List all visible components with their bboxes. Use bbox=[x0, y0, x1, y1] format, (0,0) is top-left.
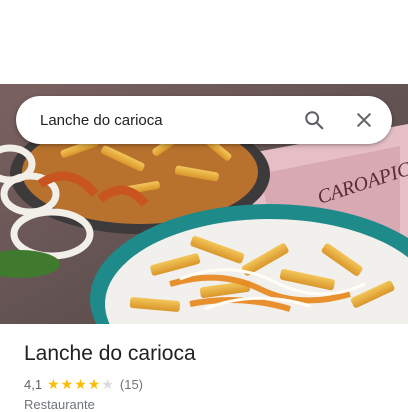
star-icon: ★ bbox=[87, 376, 101, 392]
star-rating: ★ ★ ★ ★ ★ bbox=[47, 377, 115, 391]
rating-value: 4,1 bbox=[24, 376, 43, 392]
map-top-area bbox=[0, 0, 408, 84]
place-title: Lanche do carioca bbox=[24, 342, 196, 365]
star-icon: ★ bbox=[74, 376, 87, 392]
search-icon bbox=[305, 111, 324, 130]
star-icon: ★ bbox=[101, 376, 114, 392]
rating-row[interactable]: 4,1 ★ ★ ★ ★ ★ (15) bbox=[24, 376, 394, 392]
search-input[interactable]: Lanche do carioca bbox=[40, 112, 294, 129]
place-info-panel: Lanche do carioca 4,1 ★ ★ ★ ★ ★ (15) Restaur… bbox=[24, 340, 394, 412]
clear-search-button[interactable] bbox=[344, 100, 384, 140]
search-button[interactable] bbox=[294, 100, 334, 140]
close-icon bbox=[357, 113, 371, 127]
place-category[interactable]: Restaurante bbox=[24, 397, 394, 412]
search-bar[interactable]: Lanche do carioca bbox=[16, 96, 392, 144]
star-icon: ★ bbox=[60, 376, 74, 392]
review-count[interactable]: (15) bbox=[120, 377, 143, 392]
star-icon: ★ bbox=[47, 376, 60, 392]
